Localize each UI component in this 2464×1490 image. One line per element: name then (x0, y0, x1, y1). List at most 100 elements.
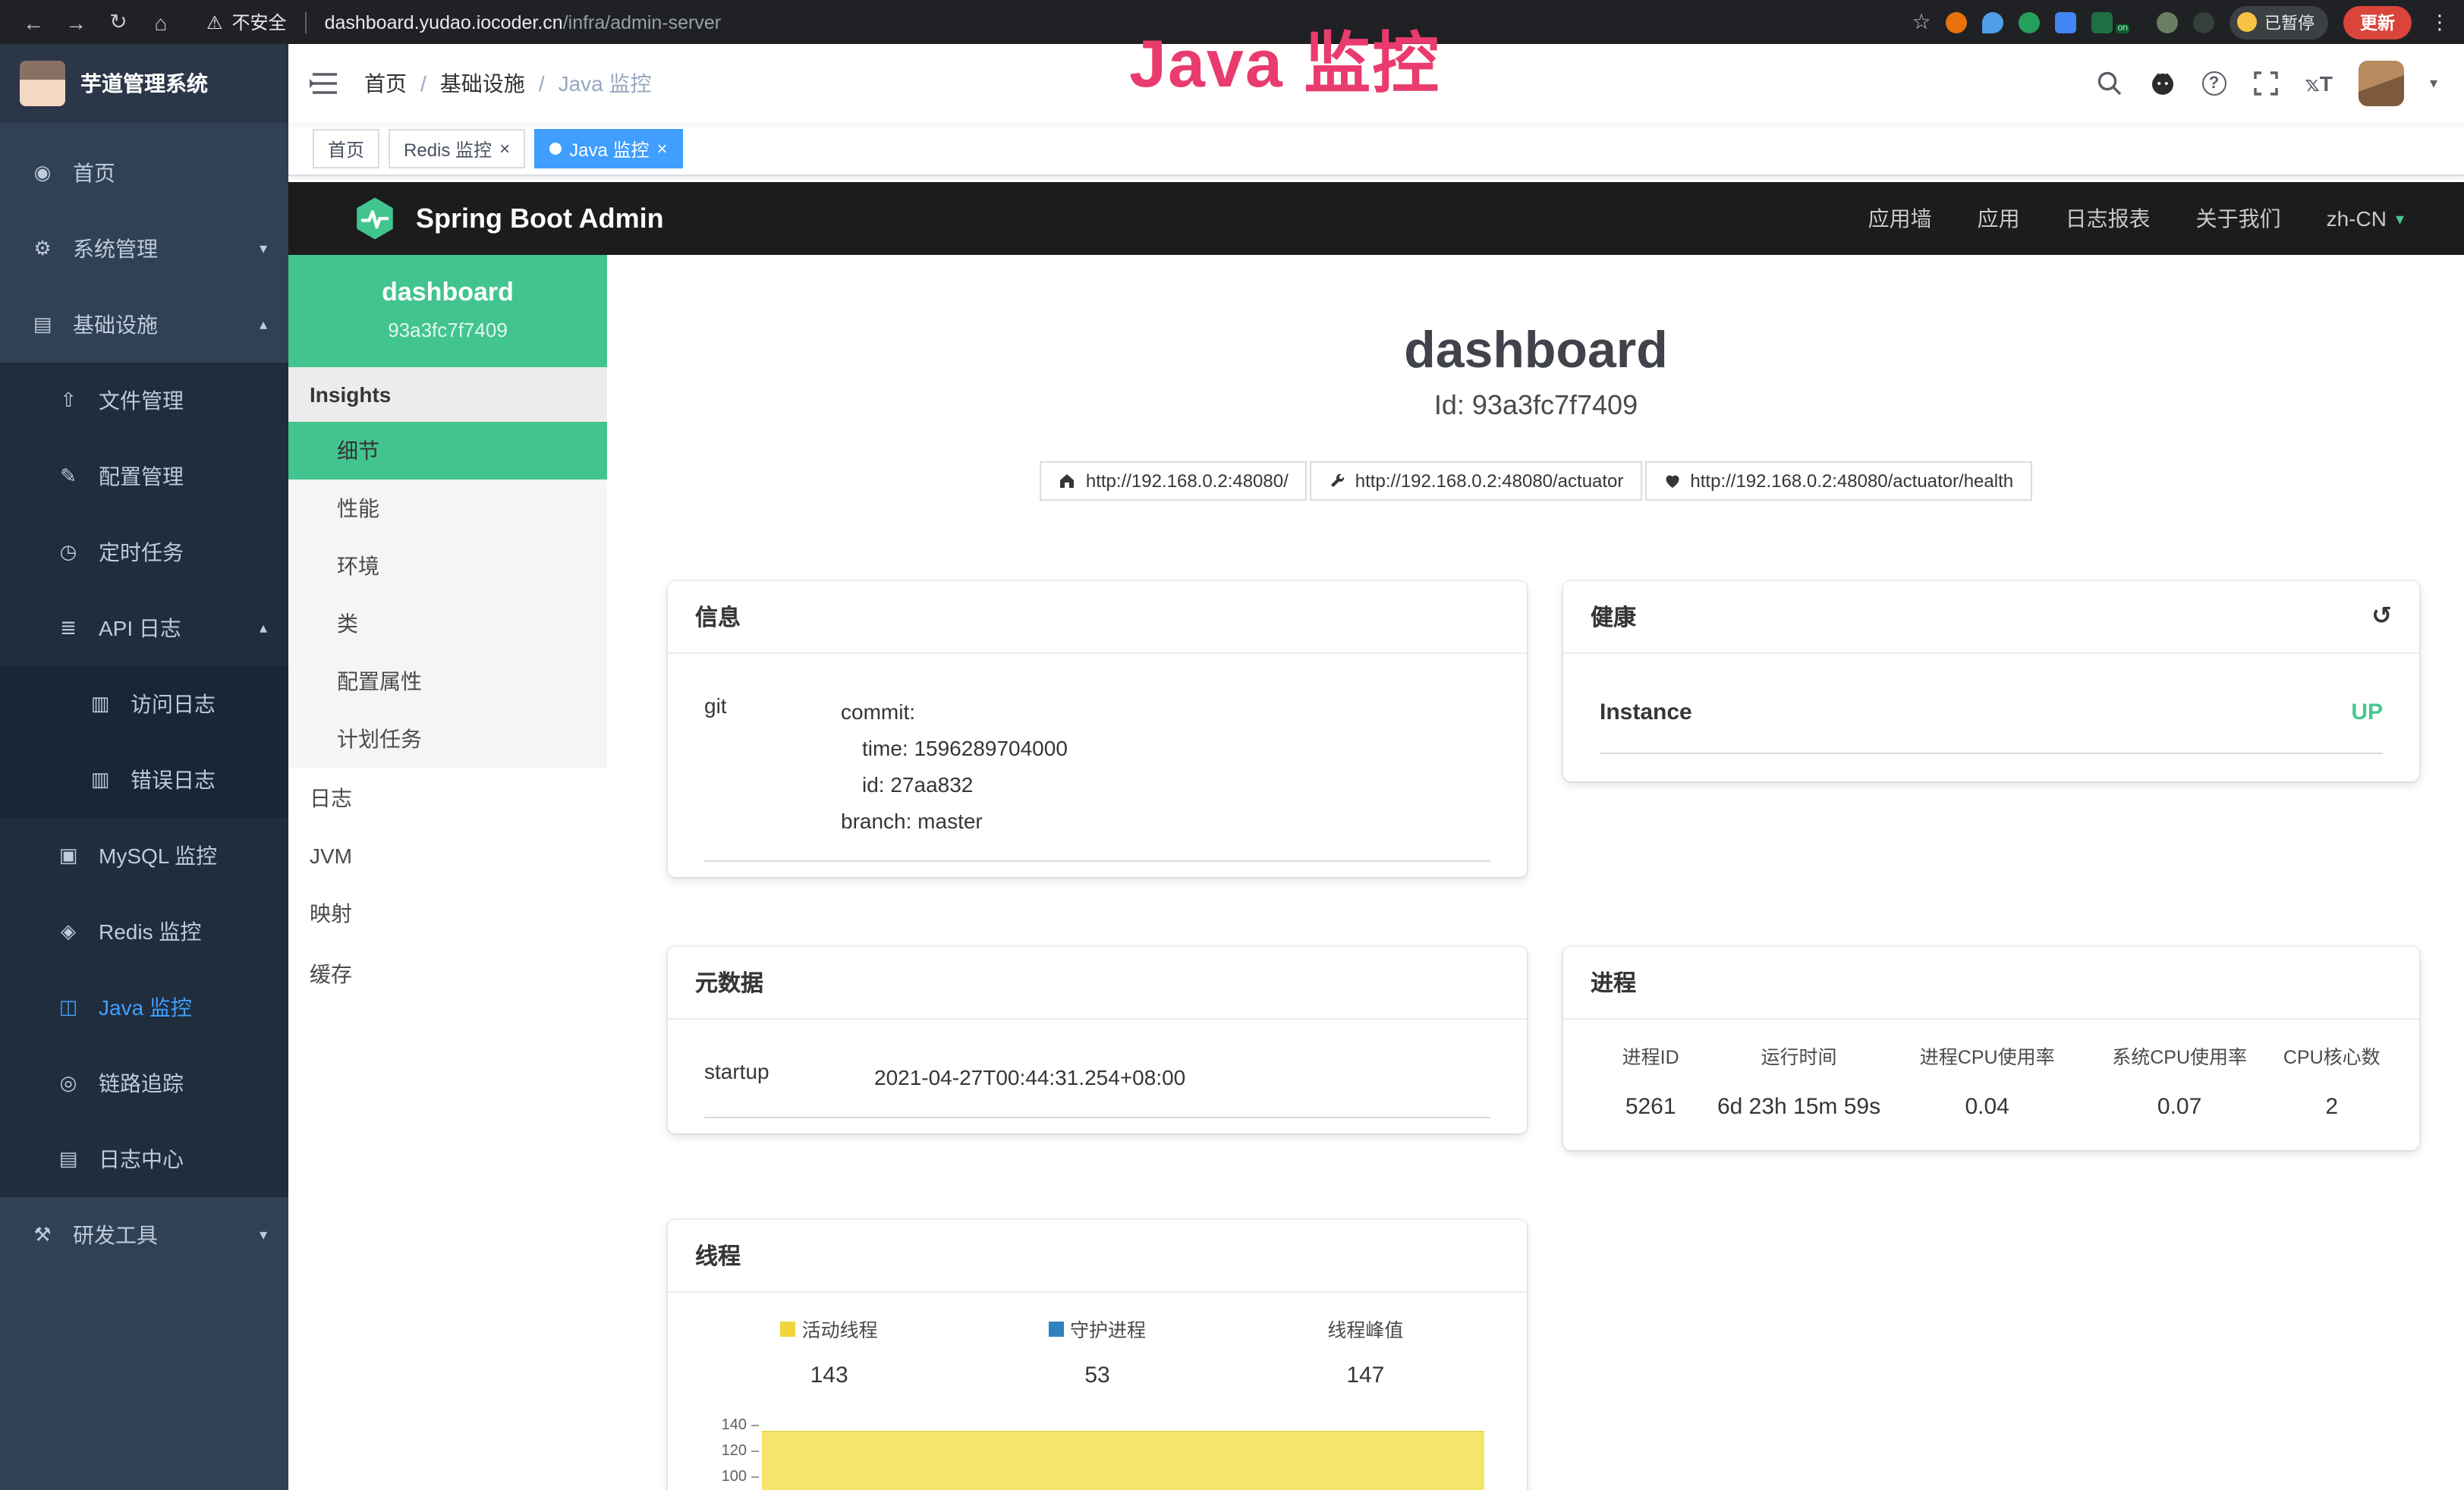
tab-java-monitor[interactable]: Java 监控 × (534, 129, 682, 168)
tool-icon: ⚒ (30, 1223, 55, 1247)
sidebar-item-files[interactable]: ⇧ 文件管理 (0, 363, 288, 439)
sba-sidebar-item-configprops[interactable]: 配置属性 (288, 652, 607, 710)
sidebar-item-tracing[interactable]: ◎ 链路追踪 (0, 1045, 288, 1121)
sba-sidebar-item-environment[interactable]: 环境 (288, 537, 607, 595)
screen: Java 监控 ← → ↻ ⌂ ⚠ 不安全 dashboard.yudao.io… (0, 0, 2464, 1490)
extension-icon[interactable] (1946, 11, 1968, 33)
instance-links: http://192.168.0.2:48080/ http://192.168… (607, 461, 2464, 501)
close-tab-icon[interactable]: × (499, 140, 510, 158)
app-logo-bar[interactable]: 芋道管理系统 (0, 44, 288, 123)
help-icon[interactable]: ? (2202, 71, 2226, 96)
live-threads-area (762, 1431, 1484, 1490)
font-size-icon[interactable]: 𝕩T (2305, 71, 2333, 96)
sidebar-item-mysql[interactable]: ▣ MySQL 监控 (0, 818, 288, 894)
sidebar-item-jobs[interactable]: ◷ 定时任务 (0, 514, 288, 590)
warning-icon: ⚠ (206, 11, 223, 33)
back-icon[interactable]: ← (15, 10, 52, 34)
sidebar-item-error-log[interactable]: ▥ 错误日志 (0, 742, 288, 818)
health-instance-row[interactable]: Instance UP (1600, 669, 2383, 754)
process-table-values: 5261 6d 23h 15m 59s 0.04 0.07 2 (1591, 1070, 2392, 1120)
instance-link-home[interactable]: http://192.168.0.2:48080/ (1040, 461, 1307, 501)
hamburger-icon[interactable] (310, 68, 340, 99)
fullscreen-icon[interactable] (2252, 70, 2280, 97)
sidebar-item-system[interactable]: ⚙ 系统管理 ▾ (0, 211, 288, 287)
log-center-icon: ▤ (56, 1147, 80, 1171)
extension-icon[interactable] (2019, 11, 2041, 33)
sba-nav-wallboard[interactable]: 应用墙 (1868, 203, 1932, 234)
main-area: 首页 / 基础设施 / Java 监控 ? (288, 44, 2464, 1490)
extension-icon[interactable] (2056, 11, 2077, 33)
sba-sidebar-item-scheduled[interactable]: 计划任务 (288, 710, 607, 768)
legend-swatch-blue (1049, 1321, 1064, 1336)
tab-home[interactable]: 首页 (313, 129, 379, 168)
sba-instance-header[interactable]: dashboard 93a3fc7f7409 (288, 255, 607, 367)
chevron-up-icon: ▴ (260, 620, 267, 637)
url-path: /infra/admin-server (563, 11, 721, 33)
app-logo (20, 61, 65, 106)
metadata-value: 2021-04-27T00:44:31.254+08:00 (874, 1059, 1490, 1095)
home-icon[interactable]: ⌂ (143, 10, 179, 34)
sidebar-item-dev-tools[interactable]: ⚒ 研发工具 ▾ (0, 1197, 288, 1273)
threads-legend: 活动线程 143 守护进程 (695, 1314, 1499, 1388)
history-icon[interactable]: ↺ (2371, 605, 2392, 629)
eye-icon: ◎ (56, 1071, 80, 1095)
tabs-bar: 首页 Redis 监控 × Java 监控 × (288, 123, 2464, 176)
sidebar-item-java-monitor[interactable]: ◫ Java 监控 (0, 970, 288, 1045)
browser-menu-icon[interactable]: ⋮ (2430, 10, 2450, 34)
java-monitor-icon: ◫ (56, 995, 80, 1020)
profile-paused-badge[interactable]: 已暂停 (2230, 5, 2328, 39)
sba-sidebar-item-jvm[interactable]: JVM (288, 828, 607, 883)
user-avatar[interactable] (2359, 61, 2404, 106)
sba-sidebar-item-metrics[interactable]: 性能 (288, 479, 607, 537)
heartbeat-icon (1663, 472, 1681, 490)
chrome-update-button[interactable]: 更新 (2343, 5, 2412, 39)
extension-icon[interactable] (2193, 11, 2214, 33)
extension-icon[interactable] (1983, 11, 2004, 33)
search-icon[interactable] (2096, 70, 2123, 97)
sidebar-item-access-log[interactable]: ▥ 访问日志 (0, 666, 288, 742)
sba-locale-select[interactable]: zh-CN ▾ (2327, 206, 2404, 231)
breadcrumb-home[interactable]: 首页 (364, 68, 407, 99)
tab-redis-monitor[interactable]: Redis 监控 × (389, 129, 525, 168)
github-icon[interactable] (2149, 70, 2176, 97)
address-bar[interactable]: dashboard.yudao.iocoder.cn /infra/admin-… (325, 11, 722, 33)
breadcrumb-infra[interactable]: 基础设施 (440, 68, 525, 99)
forward-icon[interactable]: → (58, 10, 94, 34)
sba-sidebar-item-caches[interactable]: 缓存 (288, 944, 607, 1004)
instance-link-actuator[interactable]: http://192.168.0.2:48080/actuator (1310, 461, 1642, 501)
sba-sidebar-item-mappings[interactable]: 映射 (288, 883, 607, 944)
sba-nav-journal[interactable]: 日志报表 (2066, 203, 2151, 234)
bookmark-star-icon[interactable]: ☆ (1912, 9, 1931, 35)
chevron-down-icon[interactable]: ▾ (2430, 75, 2437, 92)
url-host: dashboard.yudao.iocoder.cn (325, 11, 563, 33)
sba-sidebar-item-classes[interactable]: 类 (288, 595, 607, 652)
sba-nav-about[interactable]: 关于我们 (2196, 203, 2281, 234)
close-tab-icon[interactable]: × (656, 140, 667, 158)
sba-brand[interactable]: Spring Boot Admin (416, 203, 664, 234)
sidebar-item-infra[interactable]: ▤ 基础设施 ▴ (0, 287, 288, 363)
site-security[interactable]: ⚠ 不安全 (206, 9, 287, 35)
sidebar-item-redis[interactable]: ◈ Redis 监控 (0, 894, 288, 970)
sba-body: dashboard 93a3fc7f7409 Insights 细节 性能 环境… (288, 255, 2464, 1490)
sba-nav-links: 应用墙 应用 日志报表 关于我们 zh-CN ▾ (1868, 203, 2404, 234)
sidebar-item-api-log[interactable]: ≣ API 日志 ▴ (0, 590, 288, 666)
metadata-card-header: 元数据 (668, 947, 1527, 1020)
instance-link-health[interactable]: http://192.168.0.2:48080/actuator/health (1644, 461, 2031, 501)
sba-sidebar-item-logs[interactable]: 日志 (288, 768, 607, 828)
chevron-down-icon: ▾ (260, 240, 267, 257)
sidebar-item-config[interactable]: ✎ 配置管理 (0, 439, 288, 514)
sba-frame: Spring Boot Admin 应用墙 应用 日志报表 关于我们 zh-CN… (288, 176, 2464, 1490)
refresh-icon[interactable]: ↻ (100, 9, 137, 35)
sba-nav-applications[interactable]: 应用 (1978, 203, 2020, 234)
extension-icon[interactable] (2092, 11, 2113, 33)
sidebar-item-home[interactable]: ◉ 首页 (0, 135, 288, 211)
sba-sidebar-item-details[interactable]: 细节 (288, 422, 607, 479)
legend-live-threads: 活动线程 143 (695, 1314, 963, 1388)
sidebar-item-log-center[interactable]: ▤ 日志中心 (0, 1121, 288, 1197)
process-card: 进程 进程ID 运行时间 进程CPU使用率 系统CPU使用率 CPU核心数 (1563, 947, 2419, 1150)
extension-icon[interactable] (2157, 11, 2178, 33)
infra-icon: ▤ (30, 313, 55, 337)
breadcrumb-current: Java 监控 (559, 68, 652, 99)
info-card: 信息 git commit: time: 1596289704000 id: 2 (668, 581, 1527, 877)
metadata-key: startup (704, 1059, 874, 1095)
